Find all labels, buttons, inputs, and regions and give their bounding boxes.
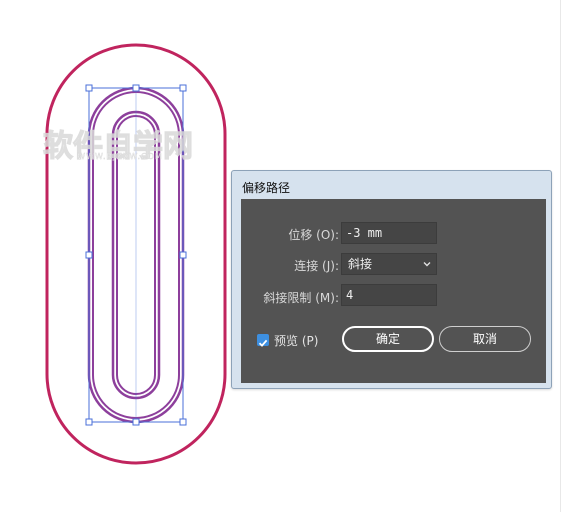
joins-label: 连接 (J): (294, 259, 339, 273)
selection-handle[interactable] (179, 418, 187, 426)
preview-label[interactable]: 预览 (P) (274, 332, 318, 349)
joins-select-value: 斜接 (348, 257, 373, 271)
selection-handle[interactable] (85, 418, 93, 426)
chevron-down-icon (423, 262, 431, 267)
offset-label: 位移 (O): (288, 228, 339, 242)
artboard[interactable]: 软件自学网 WWW.RJZXW.COM 偏移路径 位移 (O): -3 mm 连… (0, 0, 562, 512)
selection-handle[interactable] (179, 84, 187, 92)
selection-handle[interactable] (132, 84, 140, 92)
cancel-button[interactable]: 取消 (439, 326, 531, 352)
miter-limit-label: 斜接限制 (M): (263, 291, 339, 305)
watermark-sub: WWW.RJZXW.COM (77, 152, 163, 161)
canvas-edge (560, 0, 561, 512)
offset-input[interactable]: -3 mm (341, 222, 437, 244)
preview-checkbox[interactable] (257, 334, 269, 347)
watermark: 软件自学网 WWW.RJZXW.COM (42, 128, 193, 164)
joins-select[interactable]: 斜接 (341, 253, 437, 275)
dialog-title: 偏移路径 (242, 181, 291, 195)
dialog-body: 位移 (O): -3 mm 连接 (J): 斜接 斜接限制 (M): 4 预览 … (241, 199, 546, 383)
ok-button[interactable]: 确定 (342, 326, 434, 352)
miter-limit-input[interactable]: 4 (341, 284, 437, 306)
selection-handle[interactable] (85, 251, 93, 259)
selection-handle[interactable] (179, 251, 187, 259)
selection-handle[interactable] (132, 418, 140, 426)
checkmark-icon (258, 339, 268, 347)
offset-path-dialog[interactable]: 偏移路径 位移 (O): -3 mm 连接 (J): 斜接 斜接限制 (M): … (231, 170, 552, 389)
selection-handle[interactable] (85, 84, 93, 92)
